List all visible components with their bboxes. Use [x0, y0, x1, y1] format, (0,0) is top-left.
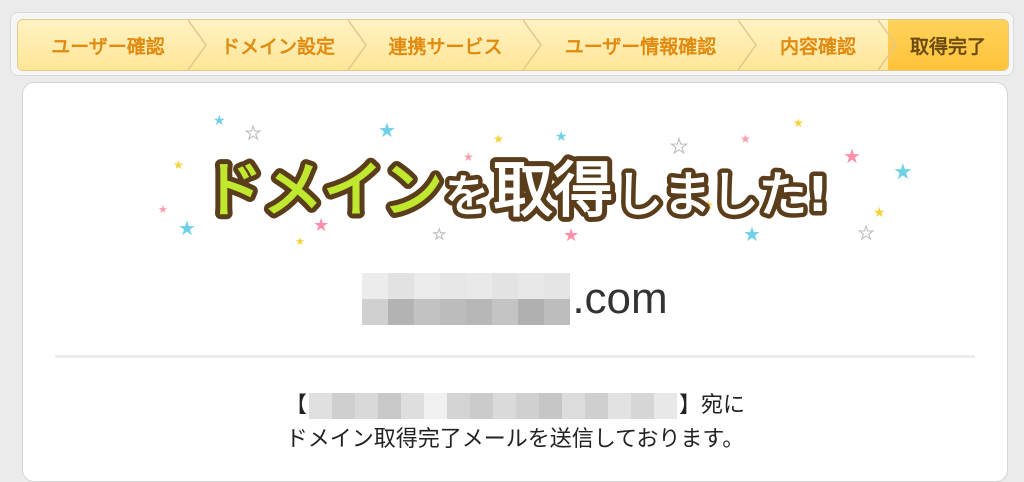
svg-text:★: ★	[740, 132, 751, 146]
step-label: ドメイン設定	[220, 35, 335, 58]
svg-text:★: ★	[245, 123, 261, 144]
step-label: 連携サービス	[388, 35, 503, 58]
step-linked-services: 連携サービス	[358, 20, 542, 70]
banner-text-wo: を	[445, 171, 489, 222]
acquired-domain: .com	[23, 269, 1007, 329]
svg-text:★: ★	[743, 222, 761, 246]
svg-text:★: ★	[670, 134, 688, 158]
svg-text:★: ★	[158, 203, 168, 216]
divider	[55, 355, 975, 358]
banner-text-acquired: 取得	[493, 156, 613, 226]
chevron-separator-icon	[188, 20, 207, 70]
svg-text:★: ★	[173, 158, 184, 172]
banner-text-done: しました!	[615, 167, 829, 223]
chevron-separator-icon	[348, 20, 367, 70]
notification-message: 【 】宛に ドメイン取得完了メールを送信しております。	[23, 389, 1007, 457]
svg-text:★: ★	[178, 216, 196, 240]
step-user-info-confirm: ユーザー情報確認	[533, 20, 757, 70]
step-domain-settings: ドメイン設定	[198, 20, 367, 70]
step-complete: 取得完了	[888, 20, 1008, 70]
step-progress-bar: ユーザー確認 ドメイン設定 連携サービス ユーザー情報確認 内容確認 取得完了	[10, 12, 1014, 76]
svg-text:★: ★	[873, 205, 886, 221]
redacted-email-address	[309, 393, 677, 419]
svg-text:★: ★	[555, 129, 568, 145]
chevron-separator-icon	[738, 20, 757, 70]
domain-suffix: .com	[572, 274, 668, 323]
svg-text:★: ★	[213, 113, 226, 129]
open-bracket: 【	[284, 393, 307, 418]
close-bracket-suffix: 】宛に	[679, 393, 746, 418]
chevron-separator-icon	[878, 20, 897, 70]
chevron-separator-icon	[523, 20, 542, 70]
svg-text:★: ★	[793, 116, 804, 130]
svg-text:★: ★	[463, 150, 474, 164]
svg-text:★: ★	[563, 225, 579, 246]
completion-card: ★ ★ ★ ★ ★ ★ ★ ★ ★ ★ ★ ★ ★ ★ ★ ★ ★ ★ ★ ★ …	[22, 82, 1008, 482]
message-line-2: ドメイン取得完了メールを送信しております。	[285, 427, 745, 452]
step-user-confirm: ユーザー確認	[18, 20, 207, 70]
svg-text:★: ★	[378, 118, 396, 142]
step-content-confirm: 内容確認	[748, 20, 897, 70]
banner-text-domain: ドメイン	[203, 156, 443, 226]
redacted-domain-name	[362, 273, 571, 325]
step-label: 内容確認	[779, 35, 856, 58]
svg-text:★: ★	[295, 235, 305, 248]
svg-text:★: ★	[493, 132, 504, 146]
svg-text:★: ★	[893, 160, 913, 185]
step-label: ユーザー情報確認	[564, 35, 717, 58]
step-label: 取得完了	[909, 35, 986, 58]
svg-text:★: ★	[843, 144, 861, 168]
svg-text:★: ★	[858, 223, 874, 244]
step-label: ユーザー確認	[51, 35, 165, 58]
domain-acquired-banner: ★ ★ ★ ★ ★ ★ ★ ★ ★ ★ ★ ★ ★ ★ ★ ★ ★ ★ ★ ★ …	[158, 113, 913, 248]
svg-text:★: ★	[433, 227, 446, 243]
steps: ユーザー確認 ドメイン設定 連携サービス ユーザー情報確認 内容確認 取得完了	[17, 19, 1009, 71]
